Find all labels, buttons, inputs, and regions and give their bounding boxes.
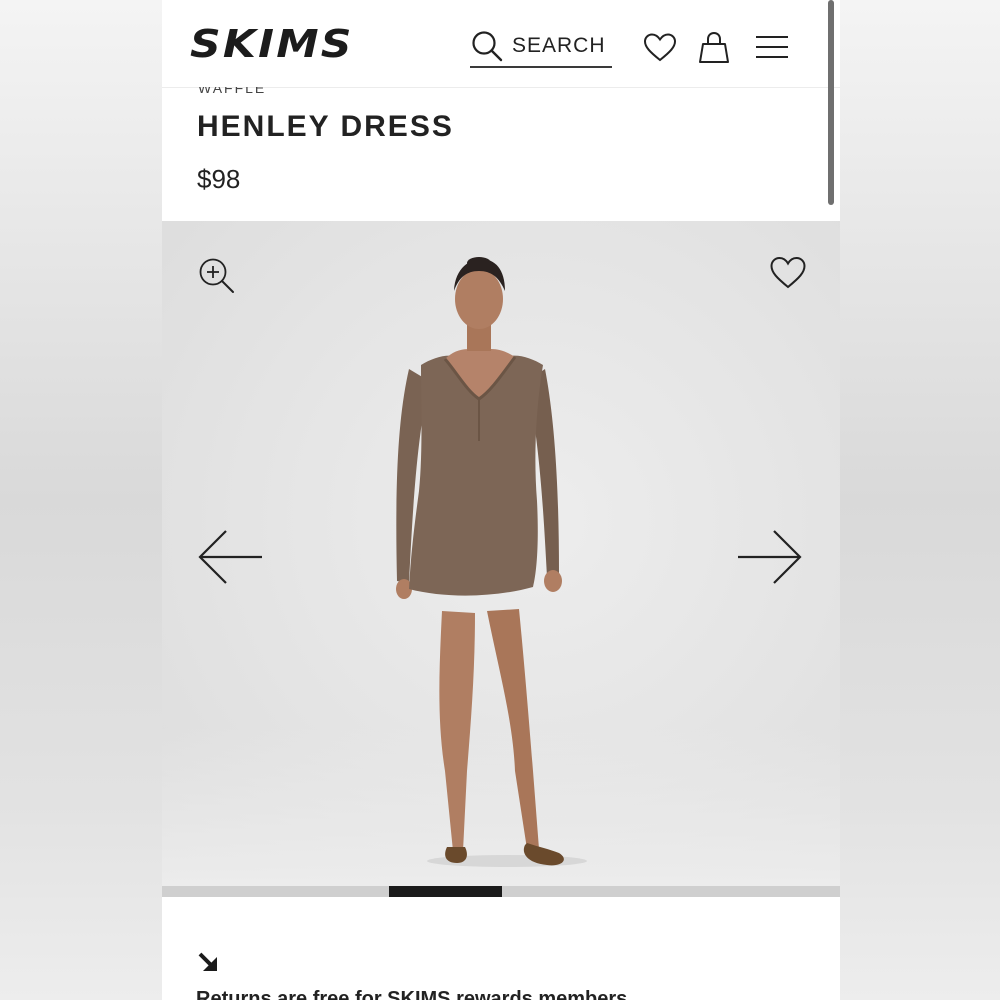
product-image-gallery[interactable] [162, 221, 840, 886]
menu-icon[interactable] [754, 30, 790, 66]
search-icon [472, 31, 503, 62]
arrow-down-right-icon [198, 952, 217, 971]
product-price: $98 [197, 164, 241, 194]
returns-info-text[interactable]: Returns are free for SKIMS rewards membe… [196, 988, 627, 1000]
mobile-page: SKIMS SEARCH WAFFLE HENLEY DRESS $98 Ret… [162, 0, 840, 1000]
gallery-progress-indicator [389, 886, 502, 897]
heart-icon[interactable] [642, 30, 678, 66]
arrow-right-icon[interactable] [734, 527, 804, 587]
skims-logo[interactable]: SKIMS [190, 22, 354, 66]
page-scrollbar[interactable] [828, 0, 834, 205]
product-title: HENLEY DRESS [197, 110, 454, 143]
site-header: SKIMS SEARCH [162, 0, 840, 88]
search-label: SEARCH [512, 34, 606, 57]
bag-icon[interactable] [696, 30, 732, 66]
gallery-progress-bar [162, 886, 840, 897]
zoom-in-icon[interactable] [198, 257, 236, 295]
search-button[interactable]: SEARCH [470, 26, 612, 68]
heart-icon[interactable] [768, 253, 808, 293]
model-photo [396, 257, 587, 867]
arrow-left-icon[interactable] [196, 527, 266, 587]
